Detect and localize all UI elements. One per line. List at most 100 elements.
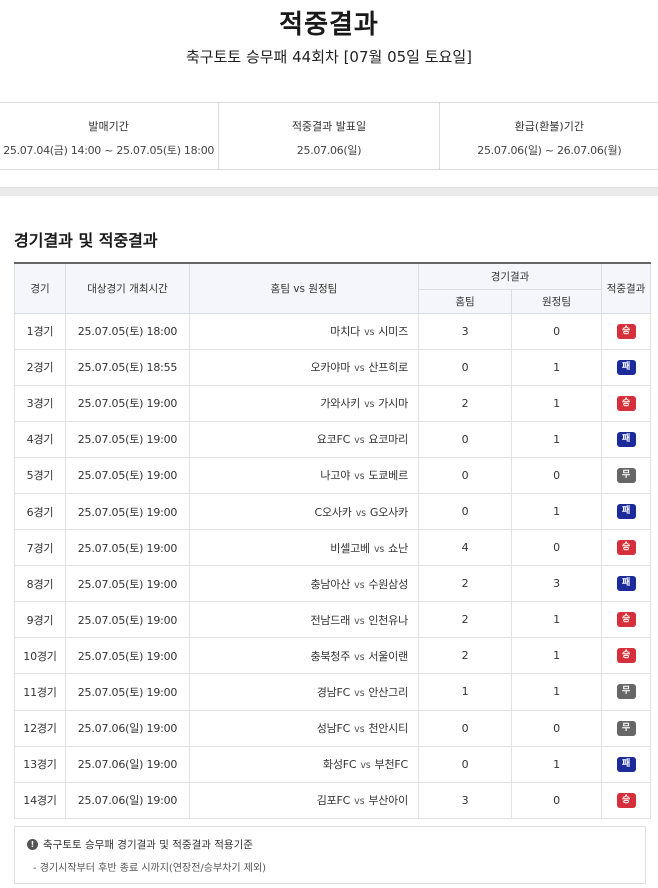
cell-game: 13경기 (14, 745, 66, 783)
away-team: 안산그리 (368, 685, 408, 699)
cell-game: 6경기 (14, 492, 66, 531)
vs-label: vs (364, 399, 375, 411)
cell-home-score: 3 (418, 312, 512, 350)
note-title: 축구토토 승무패 경기결과 및 적중결과 적용기준 (43, 839, 253, 851)
table-row: 11경기 25.07.05(토) 19:00 경남FC vs 안산그리 1 1 무 (14, 673, 652, 711)
cell-teams: 김포FC vs 부산아이 (189, 781, 419, 819)
outcome-badge: 승 (616, 792, 636, 808)
table-row: 6경기 25.07.05(토) 19:00 C오사카 vs G오사카 0 1 패 (14, 492, 652, 531)
cell-away-score: 1 (510, 420, 603, 458)
table-row: 4경기 25.07.05(토) 19:00 요코FC vs 요코마리 0 1 패 (14, 420, 652, 458)
info-announce-date: 적중결과 발표일 25.07.06(일) (218, 103, 438, 169)
home-team: 성남FC (316, 722, 351, 736)
cell-time: 25.07.05(토) 19:00 (65, 601, 190, 639)
cell-teams: 전남드래 vs 인천유나 (189, 601, 419, 639)
table-row: 8경기 25.07.05(토) 19:00 충남아산 vs 수원삼성 2 3 패 (14, 565, 652, 603)
cell-teams: 충남아산 vs 수원삼성 (189, 565, 419, 603)
cell-away-score: 1 (510, 384, 603, 422)
cell-outcome: 승 (601, 384, 652, 422)
vs-label: vs (354, 435, 365, 447)
away-team: 부천FC (374, 758, 409, 772)
cell-teams: 가와사키 vs 가시마 (189, 384, 419, 422)
cell-outcome: 승 (601, 529, 652, 567)
vs-label: vs (354, 615, 365, 627)
outcome-badge: 승 (616, 395, 636, 411)
cell-home-score: 3 (418, 781, 512, 819)
cell-home-score: 0 (418, 456, 512, 494)
cell-time: 25.07.05(토) 19:00 (65, 492, 190, 531)
table-row: 3경기 25.07.05(토) 19:00 가와사키 vs 가시마 2 1 승 (14, 384, 652, 422)
cell-home-score: 4 (418, 529, 512, 567)
cell-game: 3경기 (14, 384, 66, 422)
vs-label: vs (364, 327, 375, 339)
cell-game: 7경기 (14, 529, 66, 567)
cell-home-score: 2 (418, 601, 512, 639)
header-outcome: 적중결과 (601, 262, 652, 314)
cell-time: 25.07.05(토) 19:00 (65, 420, 190, 458)
cell-away-score: 1 (510, 745, 603, 783)
outcome-badge: 패 (616, 431, 636, 447)
note-item: - 경기시작부터 후반 종료 시까지(연장전/승부차기 제외) (33, 863, 267, 874)
cell-outcome: 승 (601, 312, 652, 350)
vs-label: vs (354, 724, 365, 736)
cell-game: 14경기 (14, 781, 66, 819)
cell-game: 12경기 (14, 709, 66, 747)
cell-away-score: 1 (510, 637, 603, 675)
vs-label: vs (354, 651, 365, 663)
cell-home-score: 0 (418, 709, 512, 747)
outcome-badge: 패 (616, 576, 636, 592)
home-team: 요코FC (316, 433, 351, 447)
results-table: 경기 대상경기 개최시간 홈팀 vs 원정팀 경기결과 적중결과 홈팀 원정팀 … (14, 262, 652, 819)
away-team: 인천유나 (368, 613, 408, 627)
info-value: 25.07.06(일) ~ 26.07.06(월) (477, 144, 622, 157)
cell-outcome: 승 (601, 601, 652, 639)
table-row: 12경기 25.07.06(일) 19:00 성남FC vs 천안시티 0 0 무 (14, 709, 652, 747)
cell-game: 11경기 (14, 673, 66, 711)
away-team: 부산아이 (368, 794, 408, 808)
home-team: 충남아산 (310, 577, 351, 591)
table-row: 2경기 25.07.05(토) 18:55 오카야마 vs 산프히로 0 1 패 (14, 348, 652, 386)
home-team: 충북청주 (310, 649, 351, 663)
cell-home-score: 0 (418, 492, 512, 531)
cell-time: 25.07.05(토) 18:55 (65, 348, 190, 386)
info-value: 25.07.04(금) 14:00 ~ 25.07.05(토) 18:00 (3, 144, 215, 157)
vs-label: vs (354, 687, 365, 699)
home-team: 비셀고베 (330, 541, 370, 555)
cell-game: 10경기 (14, 637, 66, 675)
info-label: 적중결과 발표일 (291, 120, 367, 133)
cell-time: 25.07.05(토) 19:00 (65, 673, 190, 711)
vs-label: vs (373, 543, 385, 555)
cell-game: 9경기 (14, 601, 66, 639)
results-body: 1경기 25.07.05(토) 18:00 마치다 vs 시미즈 3 0 승 2경기 25.07.… (14, 312, 652, 819)
cell-game: 4경기 (14, 420, 66, 458)
away-team: 천안시티 (368, 722, 408, 736)
cell-outcome: 패 (601, 348, 652, 386)
vs-label: vs (354, 363, 365, 375)
cell-game: 2경기 (14, 348, 66, 386)
cell-home-score: 0 (418, 348, 512, 386)
cell-time: 25.07.06(일) 19:00 (65, 745, 190, 783)
cell-away-score: 1 (510, 673, 603, 711)
cell-home-score: 0 (418, 745, 512, 783)
table-row: 10경기 25.07.05(토) 19:00 충북청주 vs 서울이랜 2 1 승 (14, 637, 652, 675)
away-team: 서울이랜 (368, 649, 408, 663)
cell-away-score: 3 (510, 565, 603, 603)
section-title: 경기결과 및 적중결과 (14, 231, 158, 250)
cell-outcome: 무 (601, 456, 652, 494)
cell-away-score: 0 (510, 781, 603, 819)
header-home-score: 홈팀 (418, 288, 512, 314)
home-team: 마치다 (330, 325, 361, 339)
cell-away-score: 1 (510, 492, 603, 531)
cell-teams: 성남FC vs 천안시티 (189, 709, 419, 747)
table-row: 14경기 25.07.06(일) 19:00 김포FC vs 부산아이 3 0 승 (14, 781, 652, 819)
cell-outcome: 승 (601, 637, 652, 675)
outcome-badge: 승 (616, 323, 636, 339)
cell-time: 25.07.05(토) 19:00 (65, 456, 190, 494)
cell-teams: 비셀고베 vs 쇼난 (189, 529, 419, 567)
header-away-score: 원정팀 (510, 288, 603, 314)
info-label: 발매기간 (88, 120, 129, 133)
page-title: 적중결과 (279, 10, 379, 40)
header-teams: 홈팀 vs 원정팀 (189, 262, 419, 314)
cell-away-score: 0 (510, 312, 603, 350)
away-team: 가시마 (378, 397, 408, 411)
